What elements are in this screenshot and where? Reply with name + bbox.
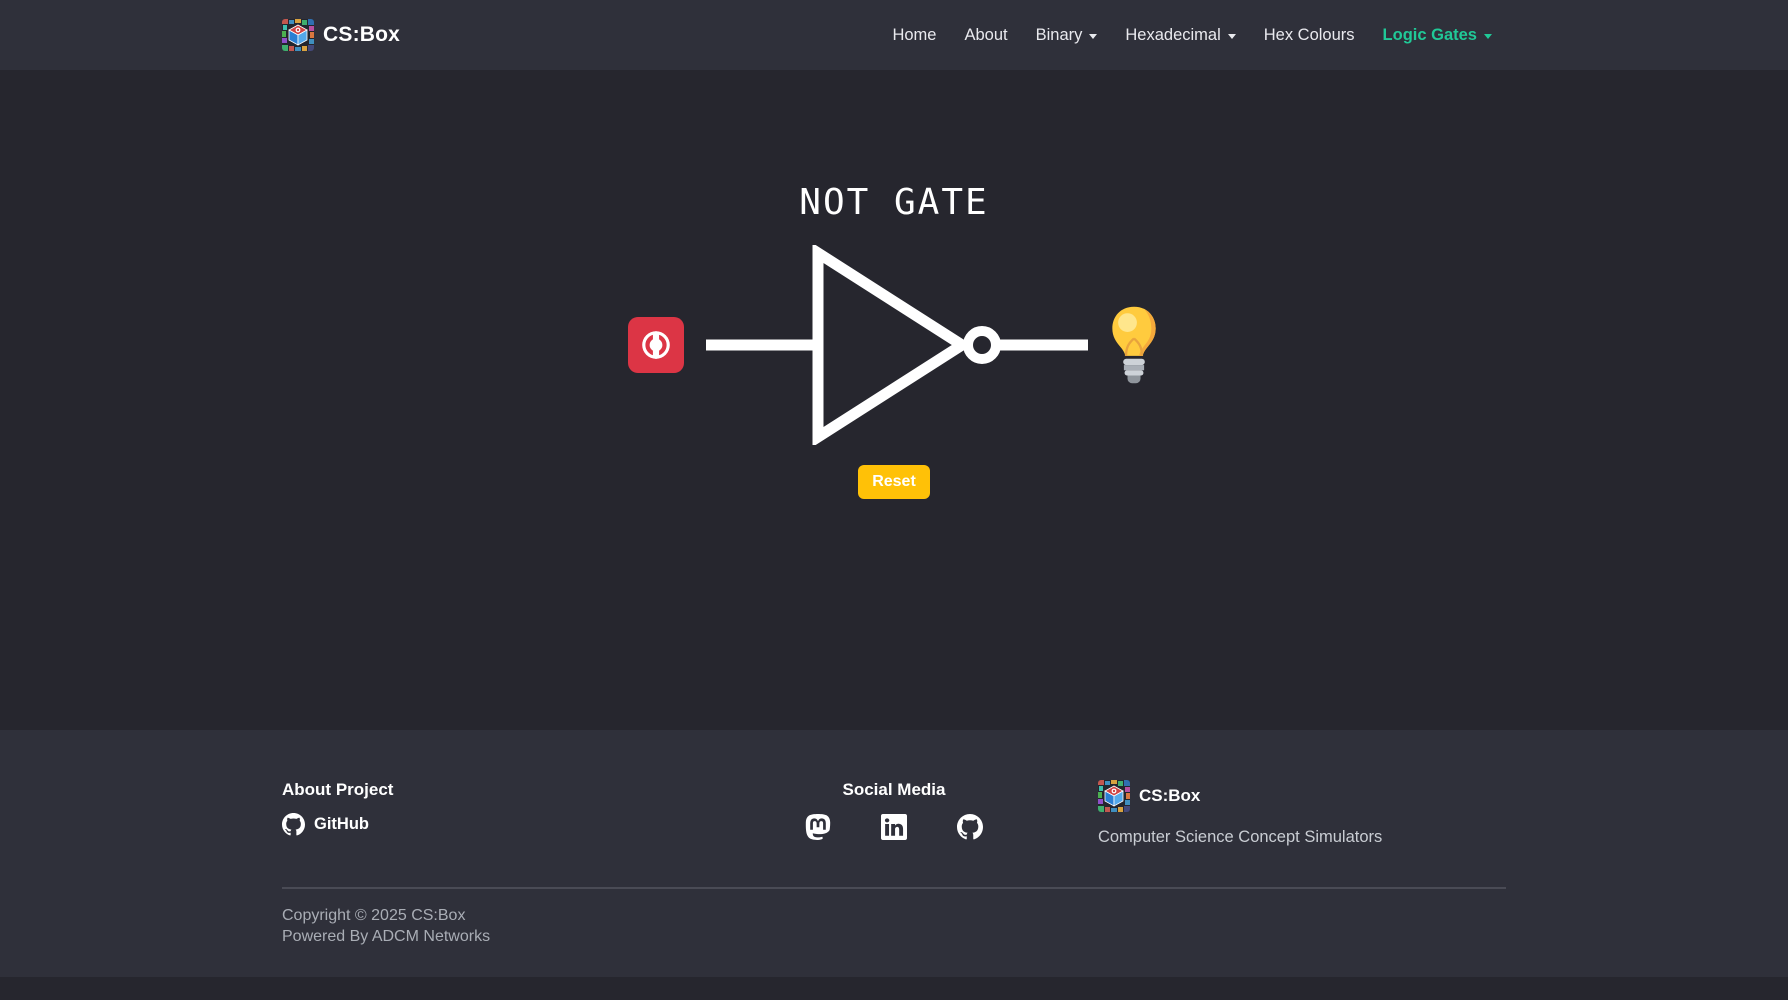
footer-tagline: Computer Science Concept Simulators xyxy=(1098,828,1506,847)
footer-about-section: About Project GitHub xyxy=(282,780,690,847)
input-zero-power-icon xyxy=(639,328,673,362)
nav-item-hex-colours[interactable]: Hex Colours xyxy=(1250,18,1369,53)
footer: About Project GitHub Social Media xyxy=(0,730,1788,977)
nav-item-hexadecimal-label: Hexadecimal xyxy=(1125,26,1220,45)
copyright-line2: Powered By ADCM Networks xyxy=(282,926,1506,947)
output-lightbulb-on-icon xyxy=(1108,304,1160,386)
reset-button[interactable]: Reset xyxy=(858,465,930,499)
csbox-logo-icon xyxy=(282,19,314,51)
navbar: CS:Box Home About Binary Hexadecimal Hex… xyxy=(0,0,1788,70)
about-project-heading: About Project xyxy=(282,780,690,800)
nav-item-binary-label: Binary xyxy=(1036,26,1083,45)
nav-item-binary[interactable]: Binary xyxy=(1022,18,1112,53)
gate-title: NOT GATE xyxy=(799,182,988,223)
nav-item-home[interactable]: Home xyxy=(878,18,950,53)
copyright: Copyright © 2025 CS:Box Powered By ADCM … xyxy=(282,905,1506,947)
csbox-logo-icon xyxy=(1098,780,1130,812)
nav-item-about[interactable]: About xyxy=(950,18,1021,53)
github-repo-link[interactable]: GitHub xyxy=(282,813,369,836)
nav-menu: Home About Binary Hexadecimal Hex Colour… xyxy=(878,18,1506,53)
brand-name: CS:Box xyxy=(323,23,400,47)
github-social-link[interactable] xyxy=(957,814,983,840)
chevron-down-icon xyxy=(1228,34,1236,39)
github-icon xyxy=(282,813,305,836)
nav-item-logic-gates-label: Logic Gates xyxy=(1383,26,1477,45)
linkedin-icon xyxy=(881,814,907,840)
main-content: NOT GATE xyxy=(0,70,1788,730)
footer-social-section: Social Media xyxy=(690,780,1098,847)
copyright-line1: Copyright © 2025 CS:Box xyxy=(282,905,1506,926)
mastodon-link[interactable] xyxy=(805,814,831,840)
mastodon-icon xyxy=(805,814,831,840)
not-gate-diagram xyxy=(628,245,1160,445)
footer-divider xyxy=(282,887,1506,889)
chevron-down-icon xyxy=(1484,34,1492,39)
footer-brand-section: CS:Box Computer Science Concept Simulato… xyxy=(1098,780,1506,847)
social-media-heading: Social Media xyxy=(690,780,1098,800)
github-link-label: GitHub xyxy=(314,815,369,834)
gate-input-toggle-button[interactable] xyxy=(628,317,684,373)
nav-item-logic-gates[interactable]: Logic Gates xyxy=(1369,18,1506,53)
nav-item-hexadecimal[interactable]: Hexadecimal xyxy=(1111,18,1249,53)
footer-brand-name: CS:Box xyxy=(1139,786,1200,806)
chevron-down-icon xyxy=(1089,34,1097,39)
brand[interactable]: CS:Box xyxy=(282,19,400,51)
not-gate-symbol xyxy=(706,245,1088,445)
linkedin-link[interactable] xyxy=(881,814,907,840)
github-icon xyxy=(957,814,983,840)
